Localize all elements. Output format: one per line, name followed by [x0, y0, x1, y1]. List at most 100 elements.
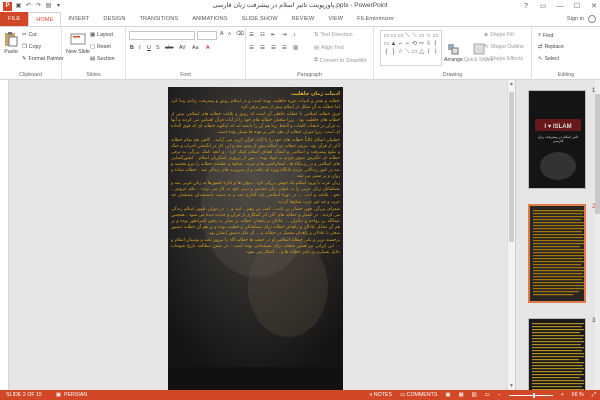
tab-design[interactable]: DESIGN	[96, 12, 132, 26]
shadow-button[interactable]: S	[156, 45, 160, 51]
editor-vertical-scrollbar[interactable]: ▲ ▼	[507, 80, 515, 390]
bold-button[interactable]: B	[130, 45, 134, 51]
shape-bracket-icon[interactable]: ⌈	[432, 40, 439, 48]
notes-button[interactable]: ≡ NOTES	[369, 392, 392, 398]
slide-text-body[interactable]: ادبیات زمان جاهلیت خطابه و شعر و ادبیات …	[171, 91, 340, 371]
shape-rounded-rect-icon[interactable]: ▭	[418, 32, 425, 40]
slide-sorter-view-icon[interactable]: ▦	[458, 392, 463, 398]
slide-thumbnail-2[interactable]	[528, 204, 586, 303]
fit-to-window-icon[interactable]: ⤢	[592, 392, 596, 399]
tab-file[interactable]: FILE	[0, 12, 29, 26]
shapes-gallery[interactable]: ▭ ▭ ▭ ⟍ ⟍ ▭ ○ ▭ ▭ ▲ ⌐ ⌐ ⟲ ⇨ ⇩ ⌈ { } ☆ ⟍ …	[380, 30, 442, 66]
slide-thumbnail-3[interactable]	[528, 318, 586, 400]
save-icon[interactable]: ▣	[15, 3, 22, 10]
undo-icon[interactable]: ↶	[25, 3, 32, 10]
thumbnails-scrollbar-thumb[interactable]	[595, 94, 600, 214]
line-spacing-button[interactable]: ↕	[293, 32, 296, 38]
bullets-button[interactable]: ☰	[249, 32, 254, 38]
help-icon[interactable]: ?	[522, 3, 530, 10]
justify-button[interactable]: ☰	[282, 45, 287, 51]
redo-icon[interactable]: ↷	[35, 3, 42, 10]
scrollbar-thumb[interactable]	[509, 92, 514, 242]
close-icon[interactable]: ✕	[590, 2, 598, 10]
slide-thumbnail-1[interactable]: I ♥ ISLAM تاثیر اسلام در پیشرفت زبان فار…	[528, 90, 586, 189]
shape-star-icon[interactable]: ☆	[397, 48, 404, 56]
shrink-font-button[interactable]: A	[228, 31, 231, 36]
shape-triangle-icon[interactable]: △	[418, 48, 425, 56]
text-direction-button[interactable]: ⇅ Text Direction	[314, 32, 353, 38]
tab-slide-show[interactable]: SLIDE SHOW	[235, 12, 285, 26]
tab-fileminimizer[interactable]: FILEminimizer	[350, 12, 401, 26]
shape-left-angle-icon[interactable]: ⟨	[425, 48, 432, 56]
shape-oval-icon[interactable]: ○	[425, 32, 432, 40]
center-button[interactable]: ☰	[260, 45, 265, 51]
select-button[interactable]: ↖ Select	[538, 56, 559, 62]
scroll-up-icon[interactable]: ▲	[509, 81, 514, 87]
customize-qat-icon[interactable]: ▾	[55, 3, 62, 10]
shape-effects-button[interactable]: ◇ Shape Effects	[484, 56, 523, 62]
shape-rectangle-icon[interactable]: ▭	[432, 32, 439, 40]
shape-rectangle-icon[interactable]: ▭	[397, 32, 404, 40]
paste-button[interactable]: Paste	[3, 31, 19, 55]
tab-home[interactable]: HOME	[28, 12, 62, 26]
numbering-button[interactable]: ☷	[260, 32, 265, 38]
shape-right-arrow-icon[interactable]: ⇨	[418, 40, 425, 48]
strikethrough-button[interactable]: abc	[165, 45, 174, 51]
italic-button[interactable]: I	[139, 45, 140, 51]
increase-indent-button[interactable]: ⇥	[282, 32, 286, 38]
shape-connector-icon[interactable]: ⌐	[404, 40, 411, 48]
zoom-slider[interactable]	[508, 392, 553, 398]
thumbnails-scrollbar[interactable]	[595, 80, 600, 390]
shape-line-icon[interactable]: ⟍	[404, 32, 411, 40]
shape-left-brace-icon[interactable]: {	[383, 48, 390, 56]
change-case-button[interactable]: Aa	[192, 45, 198, 51]
zoom-in-icon[interactable]: +	[561, 392, 564, 398]
shape-right-angle-icon[interactable]: ⟩	[432, 48, 439, 56]
shape-outline-button[interactable]: ✎ Shape Outline	[484, 44, 524, 50]
tab-animations[interactable]: ANIMATIONS	[185, 12, 234, 26]
zoom-level[interactable]: 56 %	[572, 392, 584, 398]
minimize-icon[interactable]: —	[556, 3, 564, 10]
feedback-smiley-icon[interactable]	[588, 15, 596, 23]
language-indicator[interactable]: ▣ PERSIAN	[56, 392, 87, 398]
underline-button[interactable]: U	[147, 45, 151, 51]
clear-formatting-button[interactable]: ⌫	[236, 31, 244, 37]
arrange-button[interactable]: Arrange	[444, 43, 463, 63]
shape-down-arrow-icon[interactable]: ⇩	[425, 40, 432, 48]
font-color-button[interactable]: A	[206, 45, 210, 51]
font-size-box[interactable]	[197, 31, 217, 40]
shape-line-icon[interactable]: ⟍	[404, 48, 411, 56]
normal-view-icon[interactable]: ▣	[445, 392, 450, 398]
cut-button[interactable]: ✂ Cut	[22, 32, 37, 38]
replace-button[interactable]: ⇄ Replace	[538, 44, 564, 50]
layout-button[interactable]: ▦ Layout	[90, 32, 113, 38]
convert-smartart-button[interactable]: ⧉ Convert to SmartArt	[314, 57, 367, 64]
shape-rectangle-icon[interactable]: ▭	[411, 48, 418, 56]
ribbon-display-options-icon[interactable]: ▭	[539, 2, 547, 10]
shape-rectangle-icon[interactable]: ▭	[390, 32, 397, 40]
tab-review[interactable]: REVIEW	[285, 12, 322, 26]
columns-button[interactable]: ▥	[293, 45, 298, 51]
tab-view[interactable]: VIEW	[321, 12, 350, 26]
shape-fill-button[interactable]: ◈ Shape Fill	[484, 32, 514, 38]
shape-rectangle-icon[interactable]: ▭	[383, 40, 390, 48]
format-painter-button[interactable]: ✎ Format Painter	[22, 56, 63, 62]
shape-right-brace-icon[interactable]: }	[390, 48, 397, 56]
zoom-out-icon[interactable]: −	[497, 392, 500, 398]
tab-insert[interactable]: INSERT	[61, 12, 96, 26]
shape-connector-icon[interactable]: ⌐	[397, 40, 404, 48]
shape-triangle-icon[interactable]: ▲	[390, 40, 397, 48]
section-button[interactable]: ▤ Section	[90, 56, 115, 62]
copy-button[interactable]: ❐ Copy	[22, 44, 41, 50]
character-spacing-button[interactable]: AV	[179, 45, 186, 51]
start-slideshow-icon[interactable]: ▤	[45, 3, 52, 10]
powerpoint-logo-icon[interactable]: P	[3, 1, 12, 11]
reset-button[interactable]: ▢ Reset	[90, 44, 111, 50]
zoom-slider-knob[interactable]	[532, 392, 535, 398]
scroll-down-icon[interactable]: ▼	[509, 383, 514, 389]
shape-curved-arrow-icon[interactable]: ⟲	[411, 40, 418, 48]
shape-textbox-icon[interactable]: ▭	[383, 32, 390, 40]
maximize-icon[interactable]: ☐	[573, 2, 581, 10]
slide-show-view-icon[interactable]: ▭	[484, 392, 489, 398]
slide-editor[interactable]: ادبیات زمان جاهلیت خطابه و شعر و ادبیات …	[9, 80, 515, 390]
